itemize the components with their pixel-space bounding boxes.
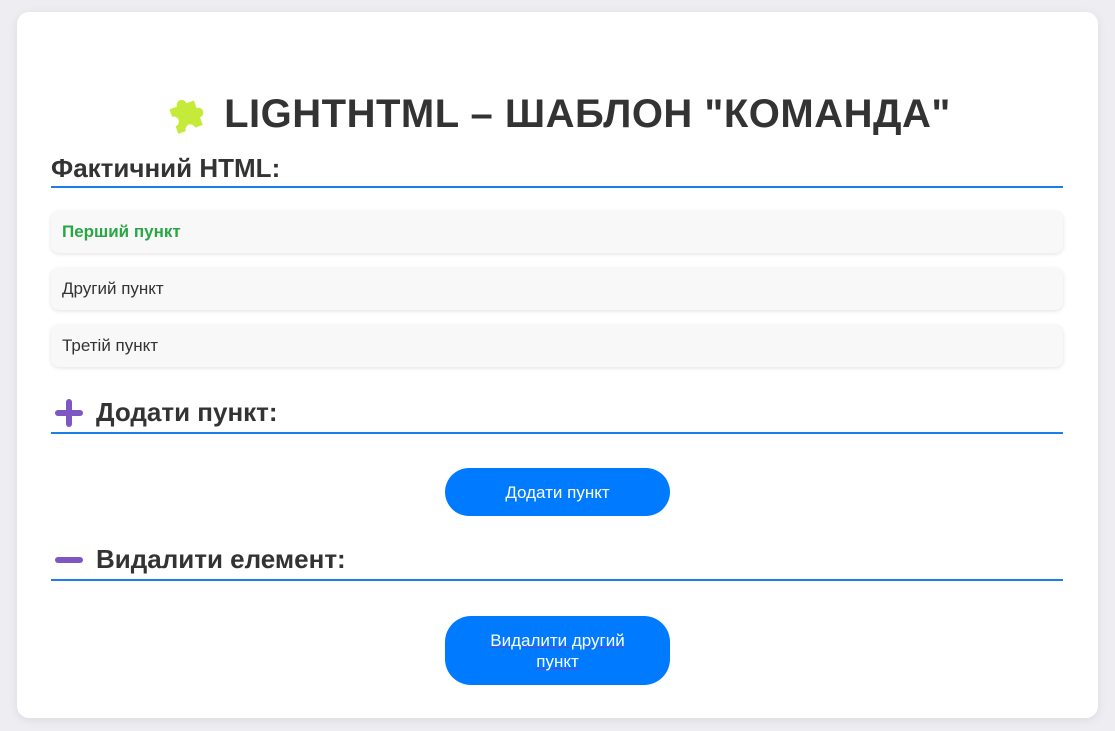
list-item-label: Третій пункт <box>62 336 159 355</box>
page-title-text: LIGHTHTML – ШАБЛОН "КОМАНДА" <box>224 91 951 136</box>
puzzle-piece-icon <box>164 92 208 136</box>
list-item: Другий пункт <box>51 268 1063 310</box>
section-add-item: Додати пункт: <box>51 393 1063 434</box>
plus-icon <box>55 398 83 427</box>
section-actual-html: Фактичний HTML: <box>51 150 1063 188</box>
list-item-label: Другий пункт <box>62 279 164 298</box>
add-item-button[interactable]: Додати пункт <box>445 468 670 516</box>
section-remove-item-label: Видалити елемент: <box>96 544 346 574</box>
remove-second-item-button-label: Видалити другий пункт <box>490 630 625 671</box>
items-list: Перший пункт Другий пункт Третій пункт <box>51 211 1063 382</box>
section-remove-item: Видалити елемент: <box>51 540 1063 581</box>
add-item-button-label: Додати пункт <box>505 482 610 502</box>
list-item: Перший пункт <box>51 211 1063 253</box>
page-title: LIGHTHTML – ШАБЛОН "КОМАНДА" <box>17 78 1098 150</box>
minus-icon <box>55 546 83 574</box>
remove-second-item-button[interactable]: Видалити другий пункт <box>445 616 670 685</box>
list-item: Третій пункт <box>51 325 1063 367</box>
main-card: LIGHTHTML – ШАБЛОН "КОМАНДА" Фактичний H… <box>17 12 1098 718</box>
list-item-label: Перший пункт <box>62 222 181 241</box>
section-actual-html-label: Фактичний HTML: <box>51 152 281 183</box>
section-add-item-label: Додати пункт: <box>96 397 278 427</box>
